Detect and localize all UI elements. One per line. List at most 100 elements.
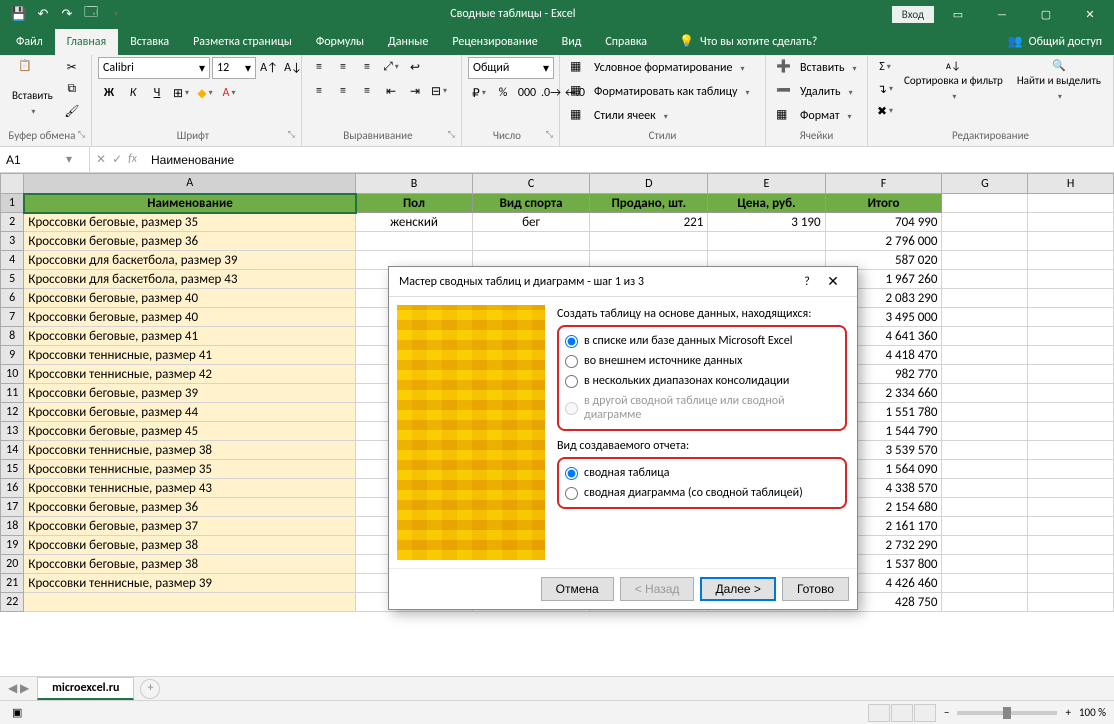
row-header[interactable]: 22 [1,593,24,612]
cell[interactable]: Кроссовки беговые, размер 35 [24,213,356,232]
undo-icon[interactable]: ↶ [32,3,54,25]
cell[interactable]: Кроссовки теннисные, размер 41 [24,346,356,365]
col-header-A[interactable]: A [24,174,356,194]
redo-icon[interactable]: ↷ [56,3,78,25]
tab-home[interactable]: Главная [55,29,118,55]
close-icon[interactable]: ✕ [1070,0,1110,28]
cell[interactable] [1028,289,1114,308]
cell[interactable]: Пол [356,194,473,213]
row-header[interactable]: 8 [1,327,24,346]
cell[interactable] [942,289,1028,308]
tell-me[interactable]: 💡 Что вы хотите сделать? [679,34,817,49]
cell[interactable]: Вид спорта [472,194,589,213]
format-painter-icon[interactable]: 🖌 [61,101,83,121]
cell[interactable]: Кроссовки теннисные, размер 43 [24,479,356,498]
cell[interactable]: Кроссовки теннисные, размер 38 [24,441,356,460]
cell[interactable] [356,232,473,251]
border-icon[interactable]: ⊞ [170,83,192,103]
cell[interactable] [1028,213,1114,232]
row-header[interactable]: 19 [1,536,24,555]
italic-icon[interactable]: К [122,83,144,103]
cell[interactable]: Кроссовки теннисные, размер 39 [24,574,356,593]
row-header[interactable]: 17 [1,498,24,517]
cell[interactable]: Кроссовки беговые, размер 36 [24,232,356,251]
enter-formula-icon[interactable]: ✓ [112,152,122,167]
cut-icon[interactable]: ✂ [61,57,83,77]
indent-inc-icon[interactable]: ⇥ [404,81,426,101]
cell[interactable] [942,213,1028,232]
cell[interactable] [1028,194,1114,213]
cell[interactable] [1028,517,1114,536]
row-header[interactable]: 3 [1,232,24,251]
cell[interactable] [942,441,1028,460]
cell[interactable] [942,517,1028,536]
cell[interactable]: бег [472,213,589,232]
cell[interactable] [472,232,589,251]
cell[interactable] [1028,251,1114,270]
next-button[interactable]: Далее > [700,577,776,601]
paste-button[interactable]: 📋 Вставить [6,57,59,119]
col-header-F[interactable]: F [825,174,942,194]
qat-dropdown-icon[interactable] [104,3,126,25]
cell[interactable] [942,479,1028,498]
cell[interactable] [942,346,1028,365]
cell[interactable] [942,194,1028,213]
align-middle-icon[interactable]: ≡ [332,57,354,77]
format-as-table[interactable]: ▦Форматировать как таблицу [566,81,754,103]
row-header[interactable]: 4 [1,251,24,270]
cell[interactable] [1028,270,1114,289]
cell[interactable] [708,232,825,251]
find-select-button[interactable]: 🔍Найти и выделить [1011,57,1107,104]
cell[interactable] [24,593,356,612]
conditional-formatting[interactable]: ▦Условное форматирование [566,57,748,79]
cell[interactable]: Кроссовки беговые, размер 44 [24,403,356,422]
page-layout-view-icon[interactable] [891,704,913,722]
cell[interactable] [1028,536,1114,555]
row-header[interactable]: 11 [1,384,24,403]
cell[interactable]: Кроссовки беговые, размер 37 [24,517,356,536]
cell[interactable]: Цена, руб. [708,194,825,213]
share-button[interactable]: 👥 Общий доступ [996,34,1114,49]
cell[interactable] [1028,574,1114,593]
cell[interactable]: женский [356,213,473,232]
align-bottom-icon[interactable]: ≡ [356,57,378,77]
row-header[interactable]: 21 [1,574,24,593]
cell[interactable] [942,232,1028,251]
col-header-B[interactable]: B [356,174,473,194]
tab-help[interactable]: Справка [593,29,659,55]
tab-formulas[interactable]: Формулы [304,29,376,55]
cell[interactable]: Наименование [24,194,356,213]
cell[interactable]: 2 796 000 [825,232,942,251]
cell[interactable]: Итого [825,194,942,213]
radio-pivot-table[interactable]: сводная таблица [565,463,839,483]
cell[interactable] [1028,384,1114,403]
comma-icon[interactable]: 000 [516,83,538,103]
zoom-level[interactable]: 100 % [1079,706,1106,719]
autosum-icon[interactable]: Σ [874,57,896,77]
finish-button[interactable]: Готово [782,577,849,601]
percent-icon[interactable]: % [492,83,514,103]
row-header[interactable]: 16 [1,479,24,498]
tab-review[interactable]: Рецензирование [440,29,549,55]
underline-icon[interactable]: Ч [146,83,168,103]
zoom-out-icon[interactable]: − [944,706,949,719]
cell[interactable]: Кроссовки беговые, размер 41 [24,327,356,346]
page-break-view-icon[interactable] [914,704,936,722]
bold-icon[interactable]: Ж [98,83,120,103]
select-all[interactable] [1,174,24,194]
formula-input[interactable] [143,147,1114,172]
normal-view-icon[interactable] [868,704,890,722]
align-left-icon[interactable]: ≡ [308,81,330,101]
tab-layout[interactable]: Разметка страницы [181,29,304,55]
login-button[interactable]: Вход [892,6,934,23]
row-header[interactable]: 20 [1,555,24,574]
cell[interactable] [942,498,1028,517]
currency-icon[interactable]: ₽ [468,83,490,103]
tab-file[interactable]: Файл [4,29,55,55]
cell[interactable] [942,593,1028,612]
row-header[interactable]: 14 [1,441,24,460]
qat-more-icon[interactable]: 🗔 [80,3,102,25]
increase-font-icon[interactable]: A↑ [258,58,280,78]
cell[interactable] [590,232,708,251]
cell[interactable]: 704 990 [825,213,942,232]
